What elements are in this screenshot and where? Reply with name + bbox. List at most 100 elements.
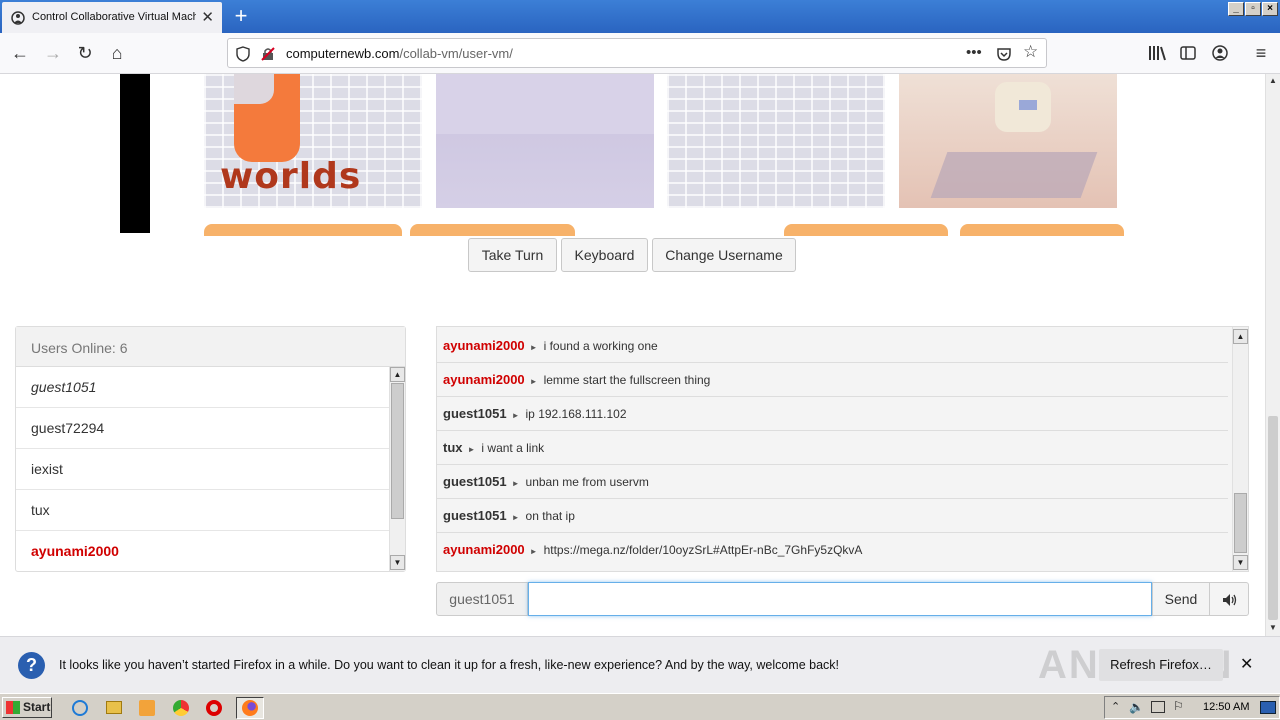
chat-username[interactable]: ayunami2000 bbox=[443, 338, 525, 353]
vm-label-tab-2[interactable] bbox=[410, 224, 575, 236]
network-icon[interactable] bbox=[1151, 701, 1165, 713]
windows-logo-icon bbox=[6, 701, 20, 714]
window-title-bar: Control Collaborative Virtual Machine ✕ … bbox=[0, 0, 1280, 33]
start-label: Start bbox=[23, 700, 51, 714]
chat-arrow-icon: ► bbox=[511, 411, 520, 420]
show-desktop-icon[interactable] bbox=[1260, 701, 1276, 714]
question-icon: ? bbox=[18, 652, 45, 679]
users-scroll-thumb[interactable] bbox=[391, 383, 404, 519]
keyboard-button[interactable]: Keyboard bbox=[561, 238, 648, 272]
chat-username[interactable]: tux bbox=[443, 440, 463, 455]
reload-icon[interactable]: ↻ bbox=[73, 41, 97, 65]
firefox-taskbar-button[interactable] bbox=[236, 697, 264, 719]
change-username-button[interactable]: Change Username bbox=[652, 238, 796, 272]
vm-thumbnail-3[interactable] bbox=[667, 74, 885, 208]
vm-thumbnail-2[interactable] bbox=[436, 74, 654, 208]
flag-icon[interactable]: ⚐ bbox=[1173, 699, 1184, 713]
vm-thumbnail-1[interactable]: worlds bbox=[204, 74, 422, 208]
chat-arrow-icon: ► bbox=[529, 343, 538, 352]
pocket-icon[interactable] bbox=[996, 46, 1012, 62]
shield-icon[interactable] bbox=[236, 46, 250, 62]
start-button[interactable]: Start bbox=[2, 697, 52, 718]
scroll-up-arrow-icon[interactable]: ▲ bbox=[1233, 329, 1248, 344]
user-list-item[interactable]: tux bbox=[16, 490, 389, 531]
chat-message: ayunami2000 ► https://mega.nz/folder/10oyz… bbox=[437, 533, 1228, 567]
volume-icon[interactable]: 🔈 bbox=[1129, 700, 1144, 714]
page-scroll-thumb[interactable] bbox=[1268, 416, 1278, 620]
chat-text: on that ip bbox=[525, 509, 575, 523]
page-scrollbar[interactable]: ▲ ▼ bbox=[1265, 74, 1280, 636]
chrome-icon[interactable] bbox=[173, 700, 189, 716]
chat-text: https://mega.nz/folder/10oyzSrL#AttpEr-n… bbox=[543, 543, 863, 557]
chat-username[interactable]: guest1051 bbox=[443, 406, 507, 421]
chat-username[interactable]: guest1051 bbox=[443, 508, 507, 523]
page-content: worlds Take Turn Keyboard Change Usernam… bbox=[0, 74, 1265, 636]
opera-icon[interactable] bbox=[206, 700, 222, 716]
refresh-firefox-button[interactable]: Refresh Firefox… bbox=[1099, 649, 1223, 681]
tab-close-icon[interactable]: ✕ bbox=[201, 8, 214, 26]
chat-scrollbar[interactable]: ▲ ▼ bbox=[1232, 327, 1248, 571]
new-tab-icon[interactable]: + bbox=[228, 2, 254, 30]
users-scrollbar[interactable]: ▲ ▼ bbox=[389, 367, 405, 571]
take-turn-button[interactable]: Take Turn bbox=[468, 238, 557, 272]
vm-thumbnail-4[interactable] bbox=[899, 74, 1117, 208]
vm-label-tab-4[interactable] bbox=[960, 224, 1124, 236]
chat-arrow-icon: ► bbox=[529, 377, 538, 386]
chat-username[interactable]: guest1051 bbox=[443, 474, 507, 489]
insecure-lock-icon[interactable] bbox=[260, 46, 276, 62]
chat-message: tux ► i want a link bbox=[437, 431, 1228, 465]
vm-label-tab-1[interactable] bbox=[204, 224, 402, 236]
scroll-down-arrow-icon[interactable]: ▼ bbox=[390, 555, 405, 570]
folder-icon[interactable] bbox=[106, 701, 122, 714]
clock[interactable]: 12:50 AM bbox=[1203, 701, 1249, 713]
close-window-button[interactable]: × bbox=[1262, 2, 1278, 16]
restore-button[interactable]: ▫ bbox=[1245, 2, 1261, 16]
account-icon[interactable] bbox=[1212, 45, 1228, 61]
minimize-button[interactable]: _ bbox=[1228, 2, 1244, 16]
chat-username[interactable]: ayunami2000 bbox=[443, 372, 525, 387]
forward-arrow-icon[interactable]: → bbox=[41, 41, 65, 65]
user-list-item[interactable]: guest1051 bbox=[16, 367, 389, 408]
chat-arrow-icon: ► bbox=[467, 445, 476, 454]
chat-text: i want a link bbox=[481, 441, 545, 455]
tab-title: Control Collaborative Virtual Machine bbox=[32, 11, 196, 23]
chat-scroll-thumb[interactable] bbox=[1234, 493, 1247, 553]
user-list-item[interactable]: iexist bbox=[16, 449, 389, 490]
browser-tab[interactable]: Control Collaborative Virtual Machine ✕ bbox=[2, 2, 222, 33]
home-icon[interactable]: ⌂ bbox=[105, 41, 129, 65]
scroll-up-arrow-icon[interactable]: ▲ bbox=[390, 367, 405, 382]
media-player-icon[interactable] bbox=[139, 700, 155, 716]
sidebar-icon[interactable] bbox=[1180, 45, 1196, 61]
chat-message-input[interactable] bbox=[528, 582, 1152, 616]
room-rug bbox=[930, 152, 1098, 198]
menu-hamburger-icon[interactable]: ≡ bbox=[1249, 41, 1273, 65]
page-scroll-up-arrow-icon[interactable]: ▲ bbox=[1266, 74, 1280, 88]
notification-close-icon[interactable]: ✕ bbox=[1240, 654, 1253, 674]
vm-label-tab-3[interactable] bbox=[784, 224, 948, 236]
url-domain: computernewb.com bbox=[286, 46, 400, 61]
back-arrow-icon[interactable]: ← bbox=[8, 41, 32, 65]
current-username-label: guest1051 bbox=[436, 582, 528, 616]
chat-username[interactable]: ayunami2000 bbox=[443, 542, 525, 557]
user-list-item[interactable]: guest72294 bbox=[16, 408, 389, 449]
chat-text: unban me from uservm bbox=[525, 475, 649, 489]
users-online-header: Users Online: 6 bbox=[16, 327, 405, 367]
chat-message: guest1051 ► on that ip bbox=[437, 499, 1228, 533]
chat-text: ip 192.168.111.102 bbox=[525, 407, 627, 421]
send-button[interactable]: Send bbox=[1152, 582, 1210, 616]
address-bar[interactable]: computernewb.com/collab-vm/user-vm/ ••• … bbox=[227, 38, 1047, 68]
tray-expand-icon[interactable]: ⌃ bbox=[1111, 700, 1120, 713]
navigation-toolbar: ← → ↻ ⌂ computernewb.com/collab-vm/user-… bbox=[0, 33, 1280, 74]
user-list-item[interactable]: ayunami2000 bbox=[16, 531, 389, 572]
url-path: /collab-vm/user-vm/ bbox=[399, 46, 513, 61]
sound-toggle-button[interactable] bbox=[1209, 582, 1249, 616]
page-actions-icon[interactable]: ••• bbox=[966, 44, 982, 61]
chat-text: i found a working one bbox=[543, 339, 658, 353]
chat-arrow-icon: ► bbox=[511, 513, 520, 522]
chat-message: ayunami2000 ► lemme start the fullscreen t… bbox=[437, 363, 1228, 397]
page-scroll-down-arrow-icon[interactable]: ▼ bbox=[1266, 621, 1280, 635]
scroll-down-arrow-icon[interactable]: ▼ bbox=[1233, 555, 1248, 570]
bookmark-star-icon[interactable]: ☆ bbox=[1023, 42, 1038, 62]
library-icon[interactable] bbox=[1148, 45, 1166, 61]
ie-icon[interactable] bbox=[72, 700, 88, 716]
